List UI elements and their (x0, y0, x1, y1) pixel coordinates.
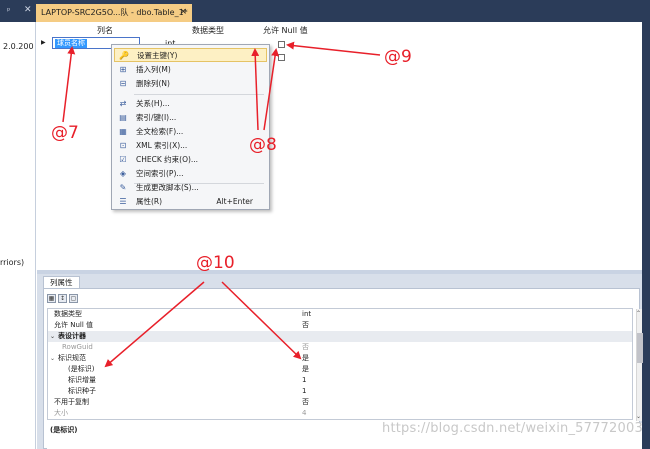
column-header-allow-null: 允许 Null 值 (263, 26, 308, 35)
menu-item-insert-column[interactable]: ⊞ 插入列(M) (114, 63, 267, 77)
table-row[interactable]: (是标识) 是 (48, 364, 632, 375)
table-row[interactable]: 标识增量 1 (48, 375, 632, 386)
explorer-text-version: 2.0.200 (3, 42, 34, 51)
pin-icon[interactable]: ᵖ (7, 6, 10, 15)
menu-separator (134, 94, 264, 95)
annotation-label-8: @8 (249, 135, 277, 155)
menu-item-generate-change-script[interactable]: ✎ 生成更改脚本(S)... (114, 181, 267, 195)
script-icon: ✎ (119, 183, 127, 192)
document-tab-bar: ᵖ ✕ LAPTOP-SRC2G5O...队 - dbo.Table_1* × (0, 0, 650, 22)
right-edge-strip (642, 22, 650, 449)
sort-alphabetical-icon[interactable]: ↕ (58, 294, 67, 303)
table-row[interactable]: 不用于复制 否 (48, 397, 632, 408)
table-row[interactable]: 允许 Null 值 否 (48, 320, 632, 331)
scroll-up-icon[interactable]: ⌃ (636, 310, 641, 317)
tab-table-designer[interactable]: LAPTOP-SRC2G5O...队 - dbo.Table_1* × (36, 4, 192, 22)
allow-null-checkbox-row2[interactable] (278, 54, 285, 61)
table-row[interactable]: 数据类型 int (48, 309, 632, 320)
watermark: https://blog.csdn.net/weixin_57772003 (382, 421, 643, 436)
menu-item-set-primary-key[interactable]: 🔑 设置主键(Y) (114, 48, 267, 62)
allow-null-checkbox-row1[interactable] (278, 41, 285, 48)
fulltext-icon: ▦ (119, 127, 127, 136)
xml-index-icon: ⊡ (119, 141, 127, 150)
property-pages-icon[interactable]: ▢ (69, 294, 78, 303)
column-header-type: 数据类型 (192, 26, 224, 35)
close-icon[interactable]: ✕ (24, 5, 32, 15)
object-explorer-strip: 2.0.200 rriors) (0, 22, 36, 449)
table-row[interactable]: ⌄ 标识规范 是 (48, 353, 632, 364)
explorer-text-fragment: rriors) (0, 258, 25, 267)
collapse-chevron-icon[interactable]: ⌄ (50, 353, 55, 364)
property-grid: 数据类型 int 允许 Null 值 否 ⌄ 表设计器 RowGuid 否 ⌄ … (47, 308, 633, 420)
property-grid-scrollbar[interactable]: ⌃ ⌄ (636, 309, 643, 421)
context-menu: 🔑 设置主键(Y) ⊞ 插入列(M) ⊟ 删除列(N) ⇄ 关系(H)... ▤… (111, 44, 270, 210)
menu-item-relationships[interactable]: ⇄ 关系(H)... (114, 97, 267, 111)
scroll-down-icon[interactable]: ⌄ (636, 413, 641, 420)
menu-shortcut: Alt+Enter (216, 197, 253, 206)
categorized-icon[interactable]: ▦ (47, 294, 56, 303)
key-icon: 🔑 (119, 51, 129, 60)
tab-column-properties[interactable]: 列属性 (43, 276, 80, 288)
relationships-icon: ⇄ (119, 99, 127, 108)
menu-item-check-constraints[interactable]: ☑ CHECK 约束(O)... (114, 153, 267, 167)
delete-column-icon: ⊟ (119, 79, 127, 88)
index-icon: ▤ (119, 113, 127, 122)
menu-item-spatial-index[interactable]: ◈ 空间索引(P)... (114, 167, 267, 181)
table-row[interactable]: 标识种子 1 (48, 386, 632, 397)
properties-tab-bar: 列属性 (37, 274, 642, 288)
menu-item-properties[interactable]: ☰ 属性(R) Alt+Enter (114, 195, 267, 209)
annotation-label-7: @7 (51, 123, 79, 143)
tab-title: LAPTOP-SRC2G5O...队 - dbo.Table_1* (41, 8, 188, 17)
menu-item-indexes-keys[interactable]: ▤ 索引/键(I)... (114, 111, 267, 125)
row-selector-icon[interactable]: ▶ (41, 39, 46, 46)
property-category-row[interactable]: ⌄ 表设计器 (48, 331, 632, 342)
spatial-index-icon: ◈ (119, 169, 127, 178)
column-header-name: 列名 (97, 26, 113, 35)
annotation-label-10: @10 (196, 253, 235, 273)
column-name-selected-text: 球员名称 (55, 39, 87, 48)
annotation-label-9: @9 (384, 47, 412, 67)
table-row[interactable]: RowGuid 否 (48, 342, 632, 353)
scrollbar-thumb[interactable] (637, 333, 643, 363)
menu-item-xml-index[interactable]: ⊡ XML 索引(X)... (114, 139, 267, 153)
insert-column-icon: ⊞ (119, 65, 127, 74)
tab-close-icon[interactable]: × (179, 7, 187, 17)
properties-toolbar: ▦ ↕ ▢ (47, 293, 80, 303)
menu-item-delete-column[interactable]: ⊟ 删除列(N) (114, 77, 267, 91)
check-constraint-icon: ☑ (119, 155, 127, 164)
collapse-chevron-icon[interactable]: ⌄ (50, 331, 55, 342)
properties-icon: ☰ (119, 197, 127, 206)
menu-item-fulltext-index[interactable]: ▦ 全文检索(F)... (114, 125, 267, 139)
table-row[interactable]: 大小 4 (48, 408, 632, 419)
description-title: (是标识) (50, 426, 78, 434)
